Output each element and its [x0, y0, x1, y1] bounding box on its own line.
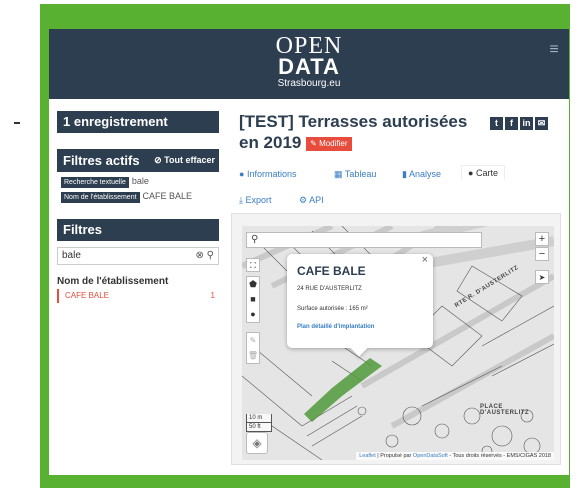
zoom-out-button[interactable]: − — [535, 247, 549, 261]
draw-polygon-icon[interactable]: ⬟ — [247, 277, 259, 292]
edit-button[interactable]: ✎ Modifier — [306, 136, 352, 151]
dataset-title-text: [TEST] Terrasses autorisées en 2019 — [239, 112, 468, 152]
tab-analyse-label: Analyse — [408, 169, 441, 179]
fullscreen-icon[interactable]: ⛶ — [246, 258, 260, 272]
site-header: OPEN DATA Strasbourg.eu ≡ — [49, 29, 569, 99]
map-view[interactable]: RTE R. D'AUSTERLITZ PLACE D'AUSTERLITZ ⚲… — [242, 226, 554, 460]
zoom-in-button[interactable]: + — [535, 232, 549, 246]
tab-api-label: API — [309, 195, 324, 205]
popup-address: 24 RUE D'AUSTERLITZ — [297, 286, 362, 292]
gears-icon: ⚙ — [299, 195, 308, 205]
search-icon[interactable]: ⚲ — [207, 250, 214, 261]
clear-all-button[interactable]: ⊘ Tout effacer — [154, 155, 215, 166]
locate-icon[interactable]: ➤ — [535, 270, 549, 284]
active-filter-text[interactable]: Recherche textuelle bale — [61, 175, 215, 188]
logo-line-data: DATA — [278, 54, 340, 79]
tab-analyse[interactable]: ▮ Analyse — [402, 169, 441, 180]
scale-feet: 50 ft — [246, 423, 272, 432]
filter-search-value: bale — [62, 250, 81, 261]
filter-tag: Nom de l'établissement — [61, 192, 140, 203]
sidebar: 1 enregistrement Filtres actifs ⊘ Tout e… — [49, 99, 221, 475]
draw-rectangle-icon[interactable]: ■ — [247, 292, 259, 307]
download-icon: ⤓ — [239, 195, 243, 205]
edit-toolbar: ✎ 🗑 — [246, 332, 260, 364]
clear-all-label: Tout effacer — [164, 155, 215, 165]
map-scale: 10 m 50 ft — [246, 414, 272, 432]
filter-value: bale — [131, 176, 149, 186]
tab-export[interactable]: ⤓ Export — [239, 195, 272, 206]
active-filter-name[interactable]: Nom de l'établissement CAFE BALE — [61, 190, 215, 203]
draw-toolbar: ⬟ ■ ● — [246, 276, 260, 323]
chart-icon: ▮ — [402, 169, 407, 179]
facet-title: Nom de l'établissement — [57, 276, 169, 287]
map-container: RTE R. D'AUSTERLITZ PLACE D'AUSTERLITZ ⚲… — [231, 213, 561, 465]
leaflet-link[interactable]: Leaflet — [359, 453, 376, 459]
facet-item-count: 1 — [210, 291, 215, 300]
records-count: 1 enregistrement — [57, 111, 219, 133]
scale-meters: 10 m — [246, 414, 272, 423]
app-window: OPEN DATA Strasbourg.eu ≡ 1 enregistreme… — [49, 29, 569, 475]
zoom-control: + − — [535, 232, 549, 262]
twitter-icon[interactable]: t — [490, 117, 503, 130]
active-filter-list: Recherche textuelle bale Nom de l'établis… — [57, 172, 219, 206]
email-icon[interactable]: ✉ — [535, 117, 548, 130]
globe-icon: ● — [468, 168, 474, 178]
tab-export-label: Export — [245, 195, 272, 205]
facet-item[interactable]: CAFE BALE 1 — [57, 289, 219, 303]
close-icon[interactable]: × — [422, 254, 428, 266]
tab-carte[interactable]: ● Carte — [461, 165, 505, 180]
tab-informations-label: Informations — [246, 169, 297, 179]
social-share: t f in ✉ — [490, 113, 550, 131]
search-icon: ⚲ — [251, 234, 259, 245]
info-icon: ● — [239, 169, 245, 179]
delete-layers-icon[interactable]: 🗑 — [247, 348, 259, 363]
tab-tableau-label: Tableau — [344, 169, 377, 179]
facet-item-label: CAFE BALE — [65, 291, 110, 300]
map-attribution: Leaflet | Propulsé par OpenDataSoft - To… — [356, 452, 554, 460]
page-marker — [14, 122, 20, 124]
map-search-input[interactable]: ⚲ — [246, 232, 482, 248]
popup-title: CAFE BALE — [297, 264, 366, 278]
popup-surface: Surface autorisée : 165 m² — [297, 306, 368, 312]
filter-value: CAFE BALE — [142, 191, 193, 201]
edit-label: Modifier — [319, 138, 348, 148]
filters-title: Filtres — [57, 219, 219, 241]
layers-icon[interactable]: ◈ — [246, 432, 268, 454]
tab-informations[interactable]: ● Informations — [239, 169, 296, 179]
tab-carte-label: Carte — [475, 168, 498, 178]
dataset-title: [TEST] Terrasses autorisées en 2019 ✎ Mo… — [239, 111, 479, 153]
tab-tableau[interactable]: ▦ Tableau — [334, 169, 376, 180]
filter-tag: Recherche textuelle — [61, 177, 129, 188]
attribution-mid: | Propulsé par — [375, 453, 413, 459]
table-icon: ▦ — [334, 169, 343, 179]
street-label-place: PLACE D'AUSTERLITZ — [480, 404, 530, 416]
tab-api[interactable]: ⚙ API — [299, 195, 324, 206]
linkedin-icon[interactable]: in — [520, 117, 533, 130]
opendatasoft-link[interactable]: OpenDataSoft — [413, 453, 448, 459]
opendata-logo[interactable]: OPEN DATA Strasbourg.eu — [49, 34, 569, 90]
popup-plan-link[interactable]: Plan détaillé d'implantation — [297, 324, 374, 330]
draw-circle-icon[interactable]: ● — [247, 307, 259, 322]
active-filters-title: Filtres actifs — [63, 153, 140, 168]
hamburger-icon[interactable]: ≡ — [543, 39, 565, 61]
attribution-rights: - Tous droits réservés - EMS/CIGAS 2018 — [447, 453, 551, 459]
map-popup: × CAFE BALE 24 RUE D'AUSTERLITZ Surface … — [287, 254, 433, 357]
edit-layers-icon[interactable]: ✎ — [247, 333, 259, 348]
filter-search-input[interactable]: bale ⊗ ⚲ — [57, 247, 219, 265]
logo-line-strasbourg: Strasbourg.eu — [277, 78, 341, 89]
clear-search-icon[interactable]: ⊗ ⚲ — [196, 248, 215, 264]
facebook-icon[interactable]: f — [505, 117, 518, 130]
